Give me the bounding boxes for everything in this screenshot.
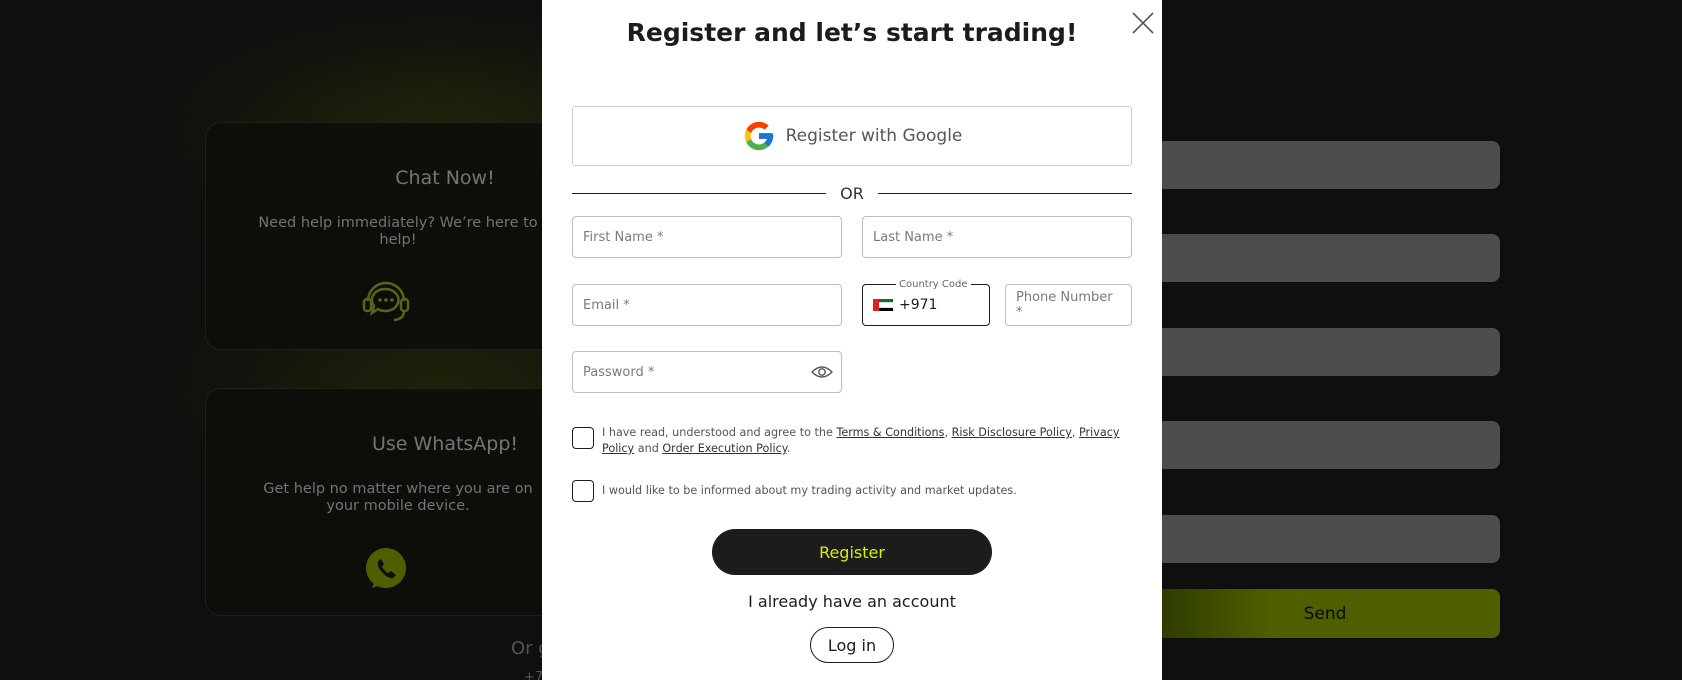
or-label: OR [840, 184, 864, 203]
google-icon [744, 121, 773, 151]
register-with-google-button[interactable]: Register with Google [572, 106, 1132, 166]
or-divider: OR [572, 184, 1132, 203]
login-button[interactable]: Log in [810, 627, 894, 663]
optin-text: I would like to be informed about my tra… [602, 484, 1017, 497]
optin-checkbox[interactable] [572, 480, 594, 502]
order-execution-link[interactable]: Order Execution Policy [662, 442, 786, 455]
uae-flag-icon [873, 299, 893, 311]
password-placeholder: Password * [583, 364, 655, 380]
terms-text: I have read, understood and agree to the… [602, 426, 1120, 455]
phone-number-field[interactable]: Phone Number * [1005, 284, 1132, 326]
first-name-field[interactable]: First Name * [572, 216, 842, 258]
terms-conditions-link[interactable]: Terms & Conditions [836, 426, 944, 439]
country-code-select[interactable]: +971 [862, 284, 990, 326]
register-button[interactable]: Register [712, 529, 992, 575]
risk-disclosure-link[interactable]: Risk Disclosure Policy [952, 426, 1072, 439]
modal-title: Register and let’s start trading! [626, 18, 1078, 47]
password-field[interactable]: Password * [572, 351, 842, 393]
last-name-field[interactable]: Last Name * [862, 216, 1132, 258]
eye-icon[interactable] [811, 364, 833, 380]
google-button-label: Register with Google [785, 126, 963, 146]
country-code-value: +971 [899, 297, 938, 313]
terms-and: and [634, 442, 663, 455]
have-account-text: I already have an account [748, 592, 956, 611]
terms-checkbox[interactable] [572, 427, 594, 449]
email-field[interactable]: Email * [572, 284, 842, 326]
country-code-label: Country Code [896, 279, 971, 290]
register-modal: Register and let’s start trading! Regist… [542, 0, 1162, 680]
terms-prefix: I have read, understood and agree to the [602, 426, 837, 439]
